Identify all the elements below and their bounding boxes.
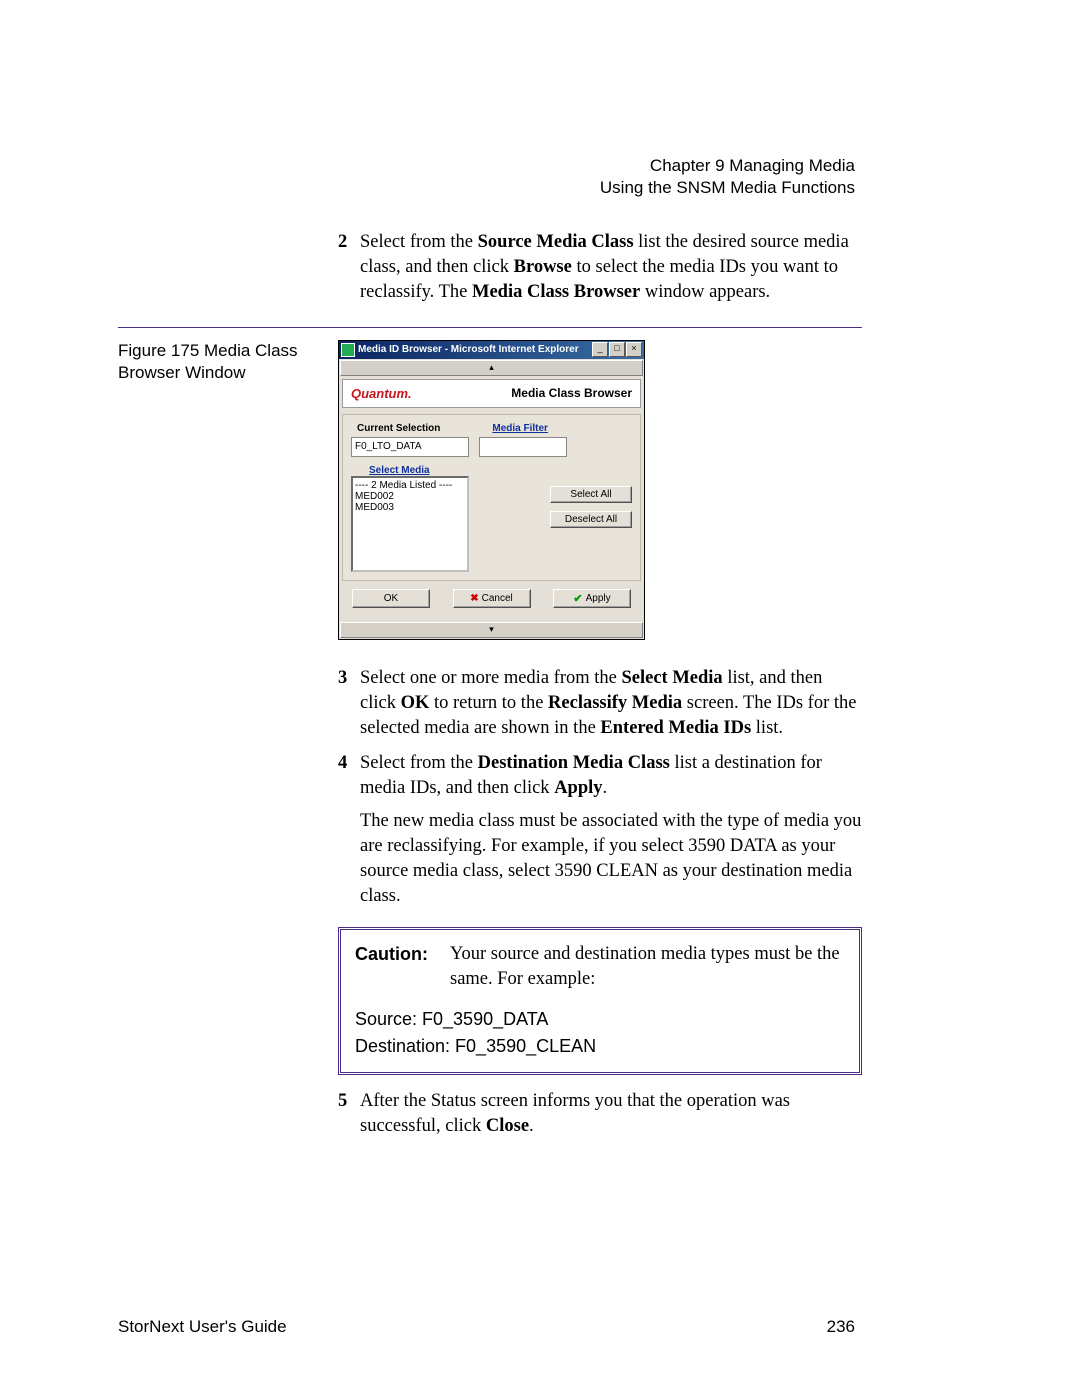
x-icon: ✖	[470, 593, 478, 604]
quantum-logo: Quantum.	[351, 386, 412, 401]
figure-row: Figure 175 Media Class Browser Window Me…	[118, 340, 862, 640]
titlebar: Media ID Browser - Microsoft Internet Ex…	[339, 341, 644, 359]
scroll-up-icon[interactable]: ▴	[340, 360, 643, 376]
media-filter-link[interactable]: Media Filter	[492, 423, 548, 434]
cancel-button[interactable]: ✖Cancel	[453, 589, 531, 608]
scroll-down-icon[interactable]: ▾	[340, 622, 643, 638]
figure-caption: Figure 175 Media Class Browser Window	[118, 340, 318, 384]
header-section: Using the SNSM Media Functions	[600, 177, 855, 199]
step-number: 4	[338, 751, 360, 801]
window-title: Media ID Browser - Microsoft Internet Ex…	[358, 344, 592, 355]
caution-dest: Destination: F0_3590_CLEAN	[355, 1033, 845, 1060]
footer-page-number: 236	[827, 1317, 855, 1337]
step-4: 4 Select from the Destination Media Clas…	[338, 751, 862, 909]
step-number: 3	[338, 666, 360, 741]
ok-button[interactable]: OK	[352, 589, 430, 608]
brand-header: Quantum. Media Class Browser	[342, 379, 641, 408]
step-5: 5 After the Status screen informs you th…	[338, 1089, 862, 1139]
step-4-paragraph: The new media class must be associated w…	[360, 809, 862, 909]
minimize-button[interactable]: _	[592, 342, 608, 357]
step-2-text: Select from the Source Media Class list …	[360, 230, 862, 305]
list-header: ---- 2 Media Listed ----	[355, 480, 465, 491]
ie-icon	[341, 343, 355, 357]
check-icon: ✔	[573, 592, 582, 605]
dialog-title: Media Class Browser	[511, 386, 632, 400]
divider	[118, 327, 862, 328]
apply-button[interactable]: ✔Apply	[553, 589, 631, 608]
dialog-screenshot: Media ID Browser - Microsoft Internet Ex…	[338, 340, 645, 640]
page-footer: StorNext User's Guide 236	[118, 1317, 855, 1337]
media-class-browser-window: Media ID Browser - Microsoft Internet Ex…	[338, 340, 645, 640]
media-filter-input[interactable]	[479, 437, 567, 457]
document-page: Chapter 9 Managing Media Using the SNSM …	[0, 0, 1080, 1397]
current-selection-input[interactable]	[351, 437, 469, 457]
current-selection-label: Current Selection	[357, 423, 440, 434]
list-item[interactable]: MED002	[355, 491, 465, 502]
maximize-button[interactable]: □	[609, 342, 625, 357]
caution-source: Source: F0_3590_DATA	[355, 1006, 845, 1033]
header-chapter: Chapter 9 Managing Media	[600, 155, 855, 177]
step-3-text: Select one or more media from the Select…	[360, 666, 862, 741]
step-number: 2	[338, 230, 360, 305]
page-header: Chapter 9 Managing Media Using the SNSM …	[600, 155, 855, 199]
select-all-button[interactable]: Select All	[550, 486, 632, 503]
caution-box: Caution: Your source and destination med…	[338, 927, 862, 1075]
dialog-panel: Current Selection Media Filter Select Me…	[342, 414, 641, 581]
footer-left: StorNext User's Guide	[118, 1317, 287, 1337]
list-item[interactable]: MED003	[355, 502, 465, 513]
select-media-link[interactable]: Select Media	[369, 465, 632, 476]
step-3: 3 Select one or more media from the Sele…	[338, 666, 862, 741]
step-number: 5	[338, 1089, 360, 1139]
step-2: 2 Select from the Source Media Class lis…	[338, 230, 862, 305]
step-4-text: Select from the Destination Media Class …	[360, 751, 862, 801]
caution-text: Your source and destination media types …	[450, 942, 845, 992]
close-button[interactable]: ×	[626, 342, 642, 357]
deselect-all-button[interactable]: Deselect All	[550, 511, 632, 528]
select-media-listbox[interactable]: ---- 2 Media Listed ---- MED002 MED003	[351, 476, 469, 572]
caution-label: Caution:	[355, 942, 450, 992]
step-5-text: After the Status screen informs you that…	[360, 1089, 862, 1139]
